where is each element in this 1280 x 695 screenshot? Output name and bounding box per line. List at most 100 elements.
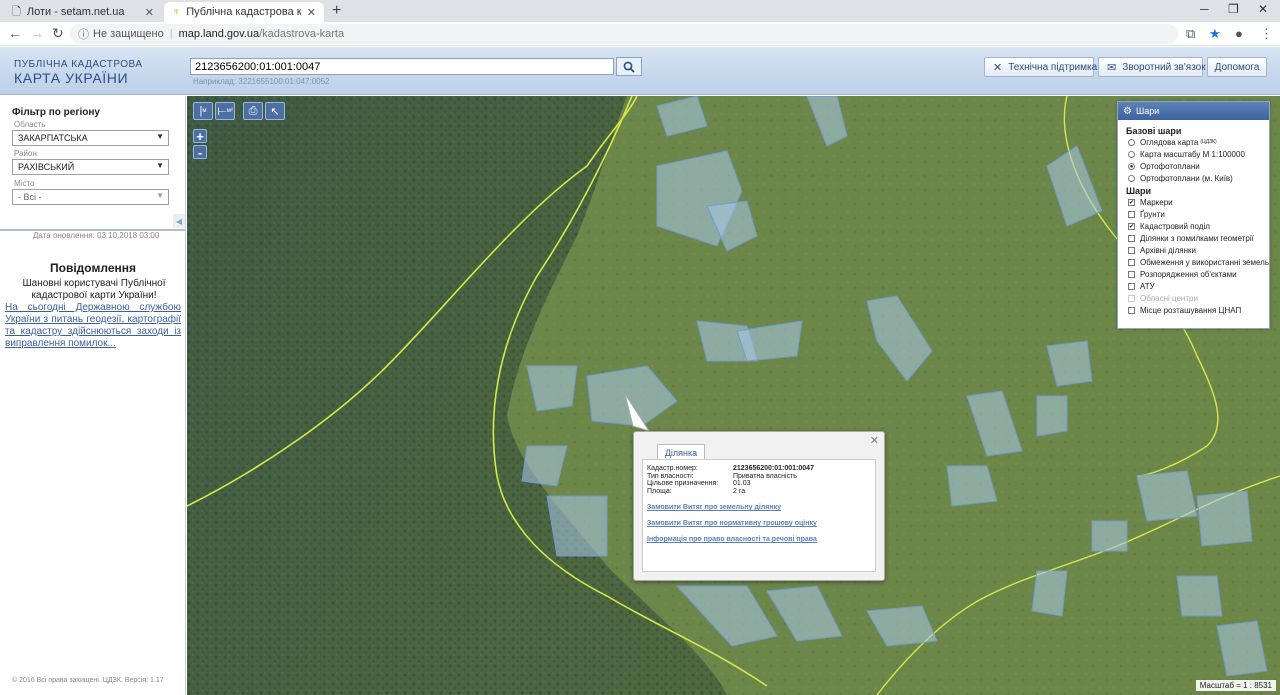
maximize-icon[interactable]: ❐ — [1228, 2, 1239, 16]
parcel-field-key: Тип власності: — [647, 472, 694, 480]
support-button[interactable]: ✕ Технічна підтримка — [984, 57, 1097, 77]
base-layer-option[interactable]: Карта масштабу М 1:100000 — [1128, 148, 1269, 160]
browser-tab-bar: 🗋 Лоти - setam.net.ua ✕ ♆ Публічна кадас… — [0, 0, 1280, 22]
forward-icon[interactable]: → — [30, 25, 44, 41]
area-unit: м² — [226, 108, 233, 114]
parcel-links: Замовити Витяг про земельну ділянку Замов… — [643, 504, 875, 543]
checkbox-icon[interactable] — [1128, 210, 1135, 218]
parcel[interactable] — [1176, 575, 1223, 617]
close-tab-icon[interactable]: ✕ — [145, 6, 154, 19]
checkbox-checked-icon[interactable]: ✔ — [1128, 198, 1135, 206]
back-icon[interactable]: ← — [8, 25, 22, 41]
overlay-layer-option[interactable]: Архівні ділянки — [1128, 244, 1269, 256]
checkbox-icon — [1128, 294, 1135, 302]
radio-selected-icon[interactable]: ● — [1128, 162, 1135, 170]
bookmark-star-icon[interactable]: ★ — [1209, 26, 1221, 42]
identify-button[interactable]: ↖ — [265, 102, 285, 120]
zoom-in-button[interactable]: + — [193, 129, 207, 144]
overlay-layer-option[interactable]: ✔ Кадастровий поділ — [1128, 220, 1269, 232]
menu-icon[interactable]: ⋮ — [1260, 26, 1273, 42]
new-tab-icon[interactable]: + — [332, 2, 341, 20]
checkbox-icon[interactable] — [1128, 270, 1135, 278]
checkbox-icon[interactable] — [1128, 306, 1135, 314]
checkbox-icon[interactable] — [1128, 282, 1135, 290]
account-icon[interactable]: ● — [1235, 26, 1243, 41]
address-bar[interactable]: ⓘ Не защищено | map.land.gov.ua/kadastro… — [70, 24, 1178, 44]
checkbox-checked-icon[interactable]: ✔ — [1128, 222, 1135, 230]
logo-line1: ПУБЛІЧНА КАДАСТРОВА — [14, 59, 143, 70]
minimize-icon[interactable]: ─ — [1200, 2, 1209, 16]
checkbox-icon[interactable] — [1128, 258, 1135, 266]
layers-header[interactable]: ⚙ Шари — [1118, 102, 1269, 120]
overlay-layer-option: Обласні центри — [1128, 292, 1269, 304]
feedback-button[interactable]: ✉ Зворотний зв'язок — [1098, 57, 1206, 77]
layers-panel: ⚙ Шари Базові шари Оглядова карта (ЦДЗК) К… — [1117, 101, 1270, 329]
sidebar: Фільтр по регіону Область ЗАКАРПАТСЬКА ▼… — [0, 96, 186, 695]
browser-toolbar: ← → ↻ ⓘ Не защищено | map.land.gov.ua/ka… — [0, 22, 1280, 46]
district-label: Район — [14, 149, 37, 158]
parcel-link[interactable]: Інформація про право власності та речові… — [647, 536, 875, 543]
district-select[interactable]: РАХІВСЬКИЙ ▼ — [12, 159, 169, 175]
overlay-layer-option[interactable]: ✔ Маркери — [1128, 196, 1269, 208]
area-tool-button[interactable]: ⊢ м² — [215, 102, 235, 120]
overlay-layer-option[interactable]: Ґрунти — [1128, 208, 1269, 220]
oblast-value: ЗАКАРПАТСЬКА — [18, 133, 88, 143]
base-layer-option[interactable]: ● Ортофотоплани — [1128, 160, 1269, 172]
parcel[interactable] — [546, 495, 608, 557]
address-separator: | — [169, 28, 173, 40]
radio-icon[interactable] — [1128, 138, 1135, 146]
map-viewport[interactable]: | м ⊢ м² ⎙ ↖ + - ⚙ Шари Базові шари Оглядо… — [187, 96, 1280, 695]
site-header: ПУБЛІЧНА КАДАСТРОВА КАРТА УКРАЇНИ Наприк… — [0, 47, 1280, 95]
overlay-layer-option[interactable]: АТУ — [1128, 280, 1269, 292]
base-layers-title: Базові шари — [1126, 126, 1182, 136]
base-layer-option[interactable]: Оглядова карта (ЦДЗК) — [1128, 136, 1269, 148]
browser-tab-setam[interactable]: 🗋 Лоти - setam.net.ua ✕ — [4, 2, 162, 22]
trident-icon: ♆ — [172, 6, 181, 18]
map-scale: Масштаб = 1 : 8531 — [1195, 680, 1276, 691]
cursor-help-icon: ↖ — [270, 105, 280, 118]
translate-icon[interactable]: ⧉ — [1186, 26, 1195, 42]
checkbox-icon[interactable] — [1128, 246, 1135, 254]
popup-tab-parcel[interactable]: Ділянка — [657, 444, 705, 460]
search-button[interactable] — [616, 57, 642, 76]
filter-title: Фільтр по регіону — [12, 107, 100, 118]
collapse-sidebar-button[interactable]: ◀ — [173, 214, 185, 228]
base-layer-option[interactable]: Ортофотоплани (м. Київ) — [1128, 172, 1269, 184]
overlay-layer-option[interactable]: Розпорядження об'єктами — [1128, 268, 1269, 280]
browser-tab-kadastr[interactable]: ♆ Публічна кадастрова карта Украї ✕ — [164, 2, 324, 22]
overlay-layer-option[interactable]: Місце розташування ЦНАП — [1128, 304, 1269, 316]
parcel-field-row: Площа: 2 га — [647, 488, 875, 496]
parcel[interactable] — [1091, 520, 1128, 552]
close-tab-icon[interactable]: ✕ — [307, 6, 316, 19]
parcel-link[interactable]: Замовити Витяг про земельну ділянку — [647, 504, 875, 511]
close-icon[interactable]: ✕ — [870, 434, 879, 447]
overlay-layer-option[interactable]: Ділянки з помилками геометрії — [1128, 232, 1269, 244]
parcel[interactable] — [1031, 570, 1068, 617]
zoom-out-button[interactable]: - — [193, 145, 207, 160]
radio-icon[interactable] — [1128, 174, 1135, 182]
help-button[interactable]: Допомога — [1207, 57, 1267, 77]
message-link[interactable]: На сьогодні Державною службою України з … — [5, 302, 181, 350]
radio-icon[interactable] — [1128, 150, 1135, 158]
ruler-tool-button[interactable]: | м — [193, 102, 213, 120]
parcel-link[interactable]: Замовити Витяг про нормативну грошову оц… — [647, 520, 875, 527]
reload-icon[interactable]: ↻ — [52, 25, 64, 42]
gear-icon: ⚙ — [1123, 105, 1132, 117]
oblast-label: Область — [14, 120, 46, 129]
overlay-layer-option[interactable]: Обмеження у використанні земель — [1128, 256, 1269, 268]
cadastral-search-input[interactable] — [190, 58, 614, 75]
base-layer-label: Ортофотоплани (м. Київ) — [1140, 173, 1233, 183]
close-window-icon[interactable]: ✕ — [1258, 2, 1268, 16]
parcel[interactable] — [1196, 490, 1253, 547]
envelope-icon: ✉ — [1107, 61, 1117, 74]
oblast-select[interactable]: ЗАКАРПАТСЬКА ▼ — [12, 130, 169, 146]
checkbox-icon[interactable] — [1128, 234, 1135, 242]
tools-icon: ✕ — [993, 61, 1003, 74]
info-icon: ⓘ — [78, 29, 89, 41]
feedback-label: Зворотний зв'язок — [1122, 61, 1206, 73]
city-select[interactable]: - Всі - ▼ — [12, 189, 169, 205]
parcel-field-key: Цільове призначення: — [647, 480, 719, 487]
print-button[interactable]: ⎙ — [243, 102, 263, 120]
parcel[interactable] — [1036, 395, 1068, 437]
parcel[interactable] — [1136, 470, 1198, 522]
